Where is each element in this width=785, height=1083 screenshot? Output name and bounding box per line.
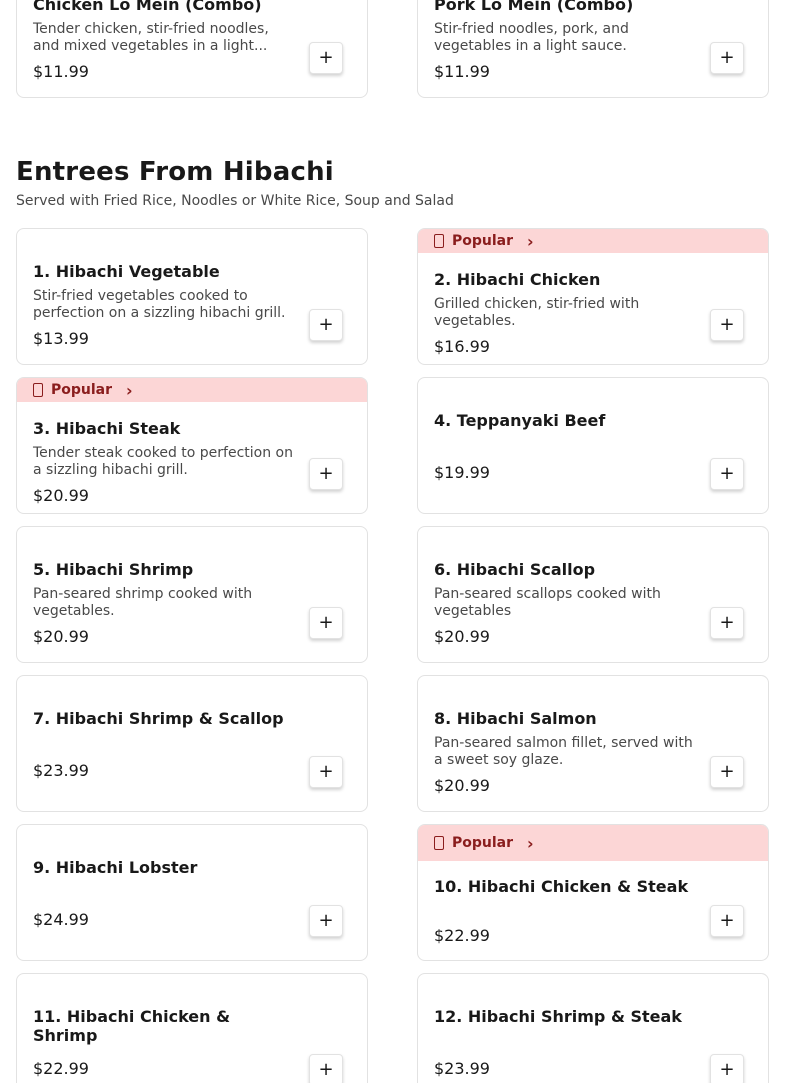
item-price: $20.99: [33, 627, 89, 646]
item-price: $20.99: [33, 486, 89, 505]
add-item-button[interactable]: +: [309, 905, 343, 937]
add-item-button[interactable]: +: [710, 756, 744, 788]
add-item-button[interactable]: +: [309, 42, 343, 74]
item-name: 10. Hibachi Chicken & Steak: [434, 877, 689, 896]
section-title: Entrees From Hibachi: [16, 157, 334, 187]
section-subtitle: Served with Fried Rice, Noodles or White…: [16, 193, 454, 209]
menu-item-card[interactable]: 6. Hibachi Scallop Pan-seared scallops c…: [417, 526, 769, 663]
add-item-button[interactable]: +: [710, 309, 744, 341]
item-name: 8. Hibachi Salmon: [434, 709, 597, 728]
menu-item-card[interactable]: 4. Teppanyaki Beef $19.99 +: [417, 377, 769, 514]
item-description: Pan-seared shrimp cooked with vegetables…: [33, 586, 253, 619]
add-item-button[interactable]: +: [309, 309, 343, 341]
item-price: $11.99: [33, 62, 89, 81]
item-price: $20.99: [434, 776, 490, 795]
item-description: Grilled chicken, stir-fried with vegetab…: [434, 296, 640, 329]
item-price: $20.99: [434, 627, 490, 646]
add-item-button[interactable]: +: [710, 1054, 744, 1083]
item-price: $24.99: [33, 910, 89, 929]
item-description: Stir-fried vegetables cooked to perfecti…: [33, 288, 286, 321]
item-description: Stir-fried noodles, pork, and vegetables…: [434, 21, 629, 54]
chevron-right-icon: ›: [126, 380, 133, 400]
popular-badge[interactable]: Popular ›: [17, 378, 367, 402]
chevron-right-icon: ›: [527, 833, 534, 853]
popular-badge[interactable]: Popular ›: [418, 229, 768, 253]
item-description: Pan-seared salmon fillet, served with a …: [434, 735, 693, 768]
item-name: 9. Hibachi Lobster: [33, 858, 198, 877]
item-name: 1. Hibachi Vegetable: [33, 262, 220, 281]
item-description: Pan-seared scallops cooked with vegetabl…: [434, 586, 661, 619]
add-item-button[interactable]: +: [309, 458, 343, 490]
item-name: Pork Lo Mein (Combo): [434, 0, 634, 14]
menu-item-card[interactable]: 1. Hibachi Vegetable Stir-fried vegetabl…: [16, 228, 368, 365]
menu-item-card[interactable]: 5. Hibachi Shrimp Pan-seared shrimp cook…: [16, 526, 368, 663]
add-item-button[interactable]: +: [710, 42, 744, 74]
menu-item-card[interactable]: Pork Lo Mein (Combo) Stir-fried noodles,…: [417, 0, 769, 98]
item-description: Tender chicken, stir-fried noodles, and …: [33, 21, 269, 54]
item-price: $23.99: [434, 1059, 490, 1078]
menu-item-card[interactable]: Popular › 10. Hibachi Chicken & Steak $2…: [417, 824, 769, 961]
item-name: 4. Teppanyaki Beef: [434, 411, 606, 430]
item-name: 6. Hibachi Scallop: [434, 560, 596, 579]
menu-item-card[interactable]: 9. Hibachi Lobster $24.99 +: [16, 824, 368, 961]
item-price: $22.99: [434, 926, 490, 945]
menu-item-card[interactable]: 8. Hibachi Salmon Pan-seared salmon fill…: [417, 675, 769, 812]
item-price: $16.99: [434, 337, 490, 356]
add-item-button[interactable]: +: [710, 905, 744, 937]
add-item-button[interactable]: +: [309, 1054, 343, 1083]
item-name: Chicken Lo Mein (Combo): [33, 0, 262, 14]
item-name: 2. Hibachi Chicken: [434, 270, 601, 289]
menu-item-card[interactable]: Popular › 2. Hibachi Chicken Grilled chi…: [417, 228, 769, 365]
item-name: 5. Hibachi Shrimp: [33, 560, 194, 579]
menu-item-card[interactable]: Chicken Lo Mein (Combo) Tender chicken, …: [16, 0, 368, 98]
item-description: Tender steak cooked to perfection on a s…: [33, 445, 293, 478]
item-name: 12. Hibachi Shrimp & Steak: [434, 1007, 682, 1026]
menu-item-card[interactable]: 12. Hibachi Shrimp & Steak $23.99 +: [417, 973, 769, 1083]
flame-icon: [33, 383, 43, 397]
menu-item-card[interactable]: 7. Hibachi Shrimp & Scallop $23.99 +: [16, 675, 368, 812]
item-price: $19.99: [434, 463, 490, 482]
item-name: 11. Hibachi Chicken & Shrimp: [33, 1007, 231, 1045]
item-name: 7. Hibachi Shrimp & Scallop: [33, 709, 284, 728]
chevron-right-icon: ›: [527, 231, 534, 251]
item-price: $23.99: [33, 761, 89, 780]
popular-badge[interactable]: Popular ›: [418, 825, 768, 861]
menu-item-card[interactable]: Popular › 3. Hibachi Steak Tender steak …: [16, 377, 368, 514]
item-price: $22.99: [33, 1059, 89, 1078]
add-item-button[interactable]: +: [309, 607, 343, 639]
item-price: $13.99: [33, 329, 89, 348]
item-price: $11.99: [434, 62, 490, 81]
add-item-button[interactable]: +: [309, 756, 343, 788]
flame-icon: [434, 836, 444, 850]
popular-label: Popular: [452, 835, 514, 851]
item-name: 3. Hibachi Steak: [33, 419, 181, 438]
popular-label: Popular: [452, 233, 514, 249]
popular-label: Popular: [51, 382, 113, 398]
menu-item-card[interactable]: 11. Hibachi Chicken & Shrimp $22.99 +: [16, 973, 368, 1083]
add-item-button[interactable]: +: [710, 458, 744, 490]
flame-icon: [434, 234, 444, 248]
add-item-button[interactable]: +: [710, 607, 744, 639]
